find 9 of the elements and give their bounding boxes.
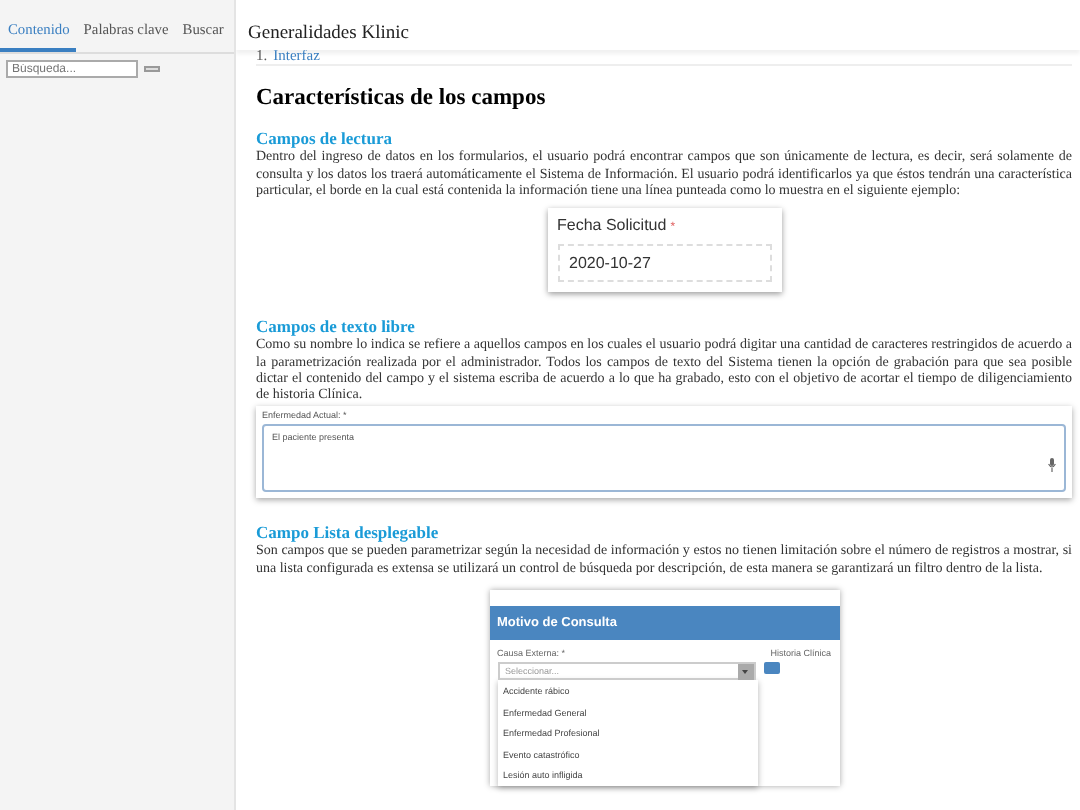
article-title: Características de los campos bbox=[256, 86, 548, 111]
search-button[interactable] bbox=[144, 66, 160, 72]
page-title: Generalidades Klinic bbox=[236, 0, 1080, 51]
date-field: 2020-10-27 bbox=[557, 244, 771, 283]
caret-icon bbox=[737, 663, 754, 680]
section-heading: Campo Lista desplegable bbox=[256, 522, 441, 543]
microphone-icon bbox=[1048, 458, 1056, 473]
section-heading: Campos de texto libre bbox=[256, 316, 417, 337]
section-heading: Campos de lectura bbox=[256, 128, 392, 149]
